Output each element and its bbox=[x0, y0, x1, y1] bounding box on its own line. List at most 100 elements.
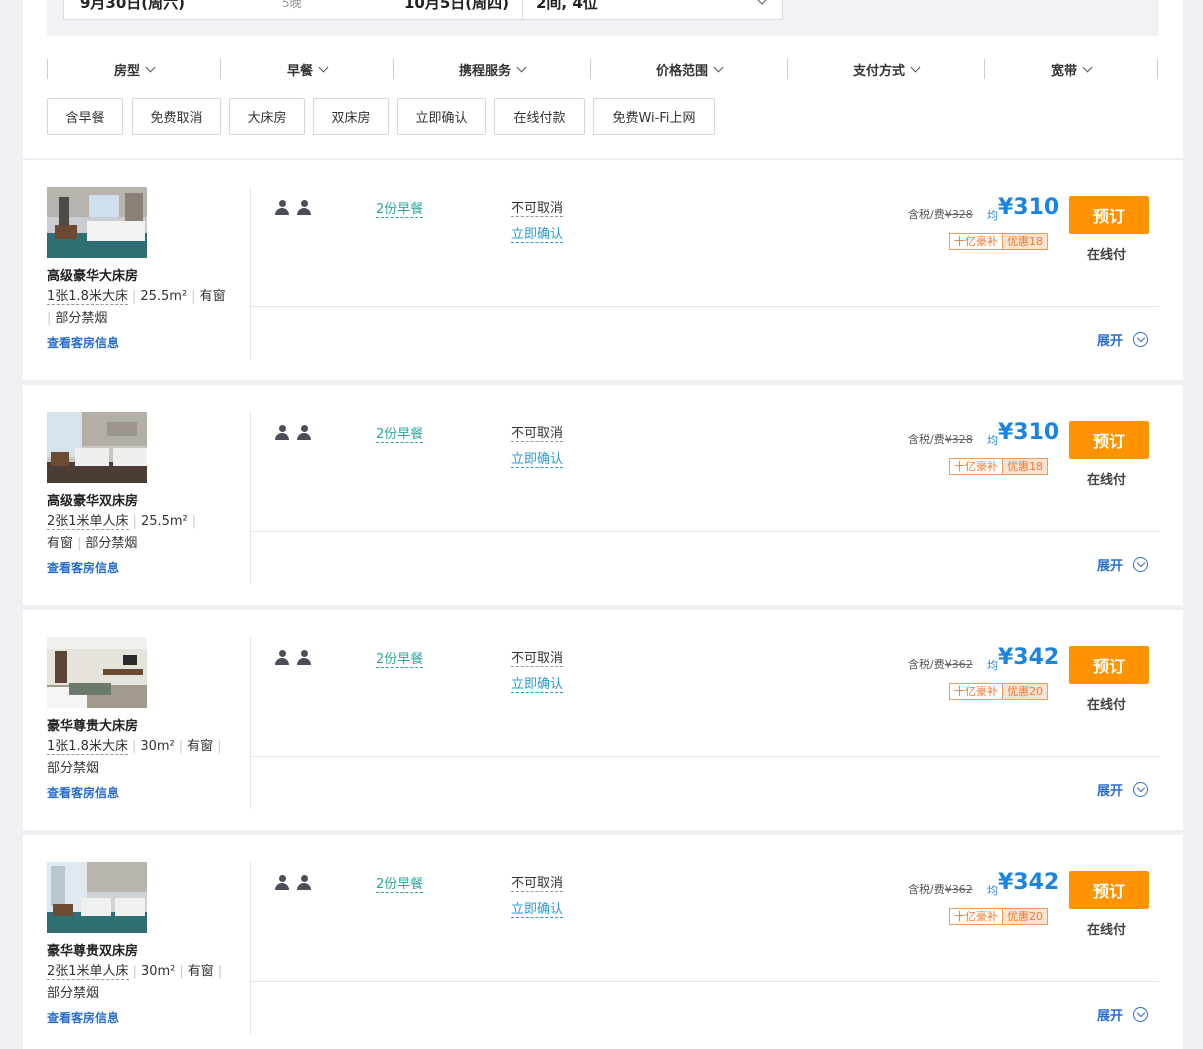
rooms-guests-select[interactable]: 2间, 4位 bbox=[536, 0, 598, 13]
room-photo[interactable] bbox=[47, 862, 147, 933]
tag-online-pay[interactable]: 在线付款 bbox=[494, 98, 585, 135]
instant-confirm[interactable]: 立即确认 bbox=[511, 673, 564, 693]
room-price: ¥342 bbox=[998, 645, 1060, 670]
book-button[interactable]: 预订 bbox=[1069, 196, 1149, 234]
view-room-info-link[interactable]: 查看客房信息 bbox=[47, 1009, 119, 1026]
filter-payment[interactable]: 支付方式 bbox=[787, 59, 984, 79]
guest-capacity bbox=[275, 650, 311, 665]
promo-badge: 十亿豪补 bbox=[949, 683, 1003, 700]
cancel-policy[interactable]: 不可取消 bbox=[511, 422, 564, 442]
discount-amount: 优惠20 bbox=[1003, 908, 1048, 925]
discount-badge: 十亿豪补 优惠18 bbox=[949, 233, 1048, 250]
divider: | bbox=[47, 311, 52, 326]
expand-button[interactable]: 展开 bbox=[1097, 780, 1149, 799]
instant-confirm[interactable]: 立即确认 bbox=[511, 898, 564, 918]
filter-bar: 房型 早餐 携程服务 价格范围 支付方式 宽带 bbox=[47, 59, 1159, 79]
filter-ctrip-service[interactable]: 携程服务 bbox=[393, 59, 590, 79]
avg-label: 均 bbox=[987, 209, 998, 222]
breakfast-info[interactable]: 2份早餐 bbox=[376, 198, 424, 218]
room-photo[interactable] bbox=[47, 412, 147, 483]
expand-label: 展开 bbox=[1097, 334, 1124, 349]
discount-badge: 十亿豪补 优惠18 bbox=[949, 458, 1048, 475]
book-button[interactable]: 预订 bbox=[1069, 871, 1149, 909]
instant-confirm[interactable]: 立即确认 bbox=[511, 448, 564, 468]
expand-button[interactable]: 展开 bbox=[1097, 330, 1149, 349]
filter-breakfast[interactable]: 早餐 bbox=[220, 59, 393, 79]
view-room-info-link[interactable]: 查看客房信息 bbox=[47, 784, 119, 801]
discount-amount: 优惠18 bbox=[1003, 233, 1048, 250]
original-price: ¥362 bbox=[944, 883, 973, 896]
divider bbox=[251, 531, 1159, 532]
payment-type: 在线付 bbox=[1087, 698, 1127, 713]
tax-original-price: 含税/费¥362 bbox=[908, 656, 973, 672]
room-photo[interactable] bbox=[47, 187, 147, 258]
promo-badge: 十亿豪补 bbox=[949, 908, 1003, 925]
tag-instant-confirm[interactable]: 立即确认 bbox=[397, 98, 486, 135]
promo-badge: 十亿豪补 bbox=[949, 458, 1003, 475]
payment-type: 在线付 bbox=[1087, 248, 1127, 263]
divider bbox=[251, 756, 1159, 757]
tag-king-bed[interactable]: 大床房 bbox=[229, 98, 305, 135]
divider bbox=[522, 0, 523, 20]
filter-label: 携程服务 bbox=[458, 63, 511, 79]
smoking-info: 部分禁烟 bbox=[47, 986, 100, 1001]
room-specs: 1张1.8米大床 | 25.5m² | 有窗 | 部分禁烟 bbox=[47, 286, 227, 330]
filter-price-range[interactable]: 价格范围 bbox=[590, 59, 787, 79]
breakfast-info[interactable]: 2份早餐 bbox=[376, 423, 424, 443]
divider bbox=[251, 981, 1159, 982]
divider bbox=[1157, 59, 1158, 79]
room-name: 高级豪华大床房 bbox=[47, 269, 139, 284]
discount-badge: 十亿豪补 优惠20 bbox=[949, 908, 1048, 925]
person-icon bbox=[297, 425, 311, 440]
book-button[interactable]: 预订 bbox=[1069, 646, 1149, 684]
cancel-policy[interactable]: 不可取消 bbox=[511, 197, 564, 217]
search-bar: 9月30日(周六) 5晚 10月5日(周四) 2间, 4位 bbox=[47, 0, 1159, 36]
cancel-policy[interactable]: 不可取消 bbox=[511, 872, 564, 892]
avg-label: 均 bbox=[987, 659, 998, 672]
view-room-info-link[interactable]: 查看客房信息 bbox=[47, 559, 119, 576]
room-area: 30m² bbox=[140, 739, 175, 754]
bed-type: 2张1米单人床 bbox=[47, 514, 129, 530]
person-icon bbox=[275, 200, 289, 215]
tag-free-wifi[interactable]: 免费Wi-Fi上网 bbox=[593, 98, 715, 135]
divider bbox=[251, 306, 1159, 307]
expand-label: 展开 bbox=[1097, 559, 1124, 574]
divider bbox=[250, 412, 251, 584]
bed-type: 2张1米单人床 bbox=[47, 964, 129, 980]
view-room-info-link[interactable]: 查看客房信息 bbox=[47, 334, 119, 351]
checkin-date[interactable]: 9月30日(周六) bbox=[80, 0, 185, 13]
chevron-down-icon bbox=[713, 62, 724, 72]
room-card: 高级豪华双床房 2张1米单人床 | 25.5m² | 有窗 | 部分禁烟 查看客房信息 2份… bbox=[23, 385, 1183, 605]
tag-twin-bed[interactable]: 双床房 bbox=[313, 98, 389, 135]
tag-breakfast[interactable]: 含早餐 bbox=[47, 98, 123, 135]
divider: | bbox=[77, 536, 82, 551]
avg-label: 均 bbox=[987, 434, 998, 447]
chevron-down-icon[interactable] bbox=[756, 0, 768, 5]
expand-button[interactable]: 展开 bbox=[1097, 1005, 1149, 1024]
filter-broadband[interactable]: 宽带 bbox=[984, 59, 1157, 79]
original-price: ¥362 bbox=[944, 658, 973, 671]
search-box[interactable]: 9月30日(周六) 5晚 10月5日(周四) 2间, 4位 bbox=[63, 0, 783, 20]
person-icon bbox=[297, 200, 311, 215]
expand-button[interactable]: 展开 bbox=[1097, 555, 1149, 574]
room-photo[interactable] bbox=[47, 637, 147, 708]
guest-capacity bbox=[275, 875, 311, 890]
instant-confirm[interactable]: 立即确认 bbox=[511, 223, 564, 243]
room-price: ¥310 bbox=[998, 195, 1060, 220]
promo-badge: 十亿豪补 bbox=[949, 233, 1003, 250]
chevron-circle-down-icon bbox=[1133, 332, 1149, 347]
chevron-down-icon bbox=[1082, 62, 1093, 72]
chevron-down-icon bbox=[910, 62, 921, 72]
breakfast-info[interactable]: 2份早餐 bbox=[376, 873, 424, 893]
chevron-down-icon bbox=[516, 62, 527, 72]
book-button[interactable]: 预订 bbox=[1069, 421, 1149, 459]
tax-label: 含税/费 bbox=[908, 433, 945, 446]
filter-label: 宽带 bbox=[1050, 63, 1077, 79]
filter-label: 支付方式 bbox=[852, 63, 905, 79]
tag-free-cancel[interactable]: 免费取消 bbox=[132, 98, 221, 135]
breakfast-info[interactable]: 2份早餐 bbox=[376, 648, 424, 668]
checkout-date[interactable]: 10月5日(周四) bbox=[404, 0, 509, 13]
window-info: 有窗 bbox=[187, 739, 214, 754]
cancel-policy[interactable]: 不可取消 bbox=[511, 647, 564, 667]
filter-room-type[interactable]: 房型 bbox=[47, 59, 220, 79]
